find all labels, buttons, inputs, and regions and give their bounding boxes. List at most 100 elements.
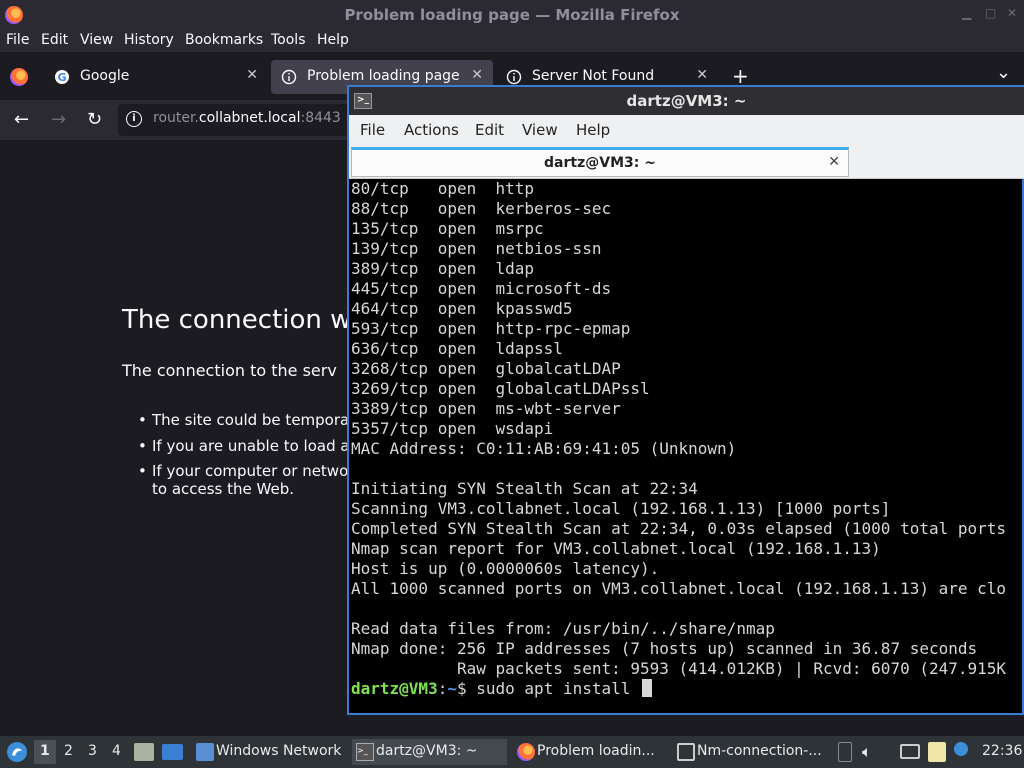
terminal-menu-help[interactable]: Help [576, 121, 610, 139]
notes-icon[interactable] [928, 742, 946, 762]
terminal-line: 636/tcp open ldapssl [351, 339, 563, 358]
forward-button[interactable]: → [51, 109, 66, 130]
prompt-user: dartz@VM3 [351, 679, 438, 698]
terminal-prompt-line[interactable]: dartz@VM3:~$ sudo apt install [351, 679, 653, 699]
firefox-menu-bar: File Edit View History Bookmarks Tools H… [0, 30, 1024, 52]
terminal-menu-view[interactable]: View [522, 121, 558, 139]
menu-file[interactable]: File [6, 32, 29, 48]
menu-history[interactable]: History [124, 32, 174, 48]
folder-icon [196, 743, 214, 761]
terminal-menu-file[interactable]: File [360, 121, 385, 139]
firefox-icon [517, 743, 535, 761]
url-bar[interactable]: i router.collabnet.local:8443 [118, 104, 358, 136]
back-button[interactable]: ← [14, 109, 29, 130]
taskbar-item-label: Nm-connection-... [697, 743, 822, 759]
terminal-line: Nmap scan report for VM3.collabnet.local… [351, 539, 881, 558]
file-manager-icon[interactable] [134, 743, 154, 761]
terminal-line: Read data files from: /usr/bin/../share/… [351, 619, 775, 638]
terminal-line: MAC Address: C0:11:AB:69:41:05 (Unknown) [351, 439, 737, 458]
terminal-line: 445/tcp open microsoft-ds [351, 279, 612, 298]
tab-close-icon[interactable]: ✕ [696, 67, 708, 83]
terminal-line: Raw packets sent: 9593 (414.012KB) | Rcv… [351, 659, 1007, 678]
network-tray-icon[interactable] [900, 744, 920, 759]
terminal-tab-close-icon[interactable]: ✕ [828, 154, 840, 170]
workspace-2[interactable]: 2 [64, 743, 73, 759]
app-menu-icon[interactable] [6, 741, 28, 763]
firefox-title-bar: Problem loading page — Mozilla Firefox ▁… [0, 0, 1024, 30]
terminal-line: 88/tcp open kerberos-sec [351, 199, 612, 218]
url-text: router.collabnet.local:8443 [153, 110, 341, 126]
clipboard-icon[interactable] [838, 742, 852, 762]
maximize-icon[interactable]: □ [985, 6, 996, 20]
terminal-line: 3268/tcp open globalcatLDAP [351, 359, 621, 378]
terminal-line: 135/tcp open msrpc [351, 219, 544, 238]
google-icon: G [55, 70, 69, 84]
terminal-line: Nmap done: 256 IP addresses (7 hosts up)… [351, 639, 978, 658]
tab-close-icon[interactable]: ✕ [471, 67, 483, 83]
error-description: The connection to the serv [122, 361, 337, 380]
taskbar-item-windows-network[interactable]: Windows Network [192, 739, 347, 765]
tab-label: Google [80, 68, 130, 84]
prompt-separator: : [437, 679, 448, 698]
minimize-icon[interactable]: ▁ [962, 6, 971, 20]
clock[interactable]: 22:36 [982, 743, 1022, 759]
terminal-line: 3269/tcp open globalcatLDAPssl [351, 379, 650, 398]
text-cursor [642, 679, 653, 697]
tab-close-icon[interactable]: ✕ [246, 67, 258, 83]
notification-icon[interactable] [954, 742, 968, 756]
terminal-window-title: dartz@VM3: ~ [626, 92, 747, 110]
terminal-line: Initiating SYN Stealth Scan at 22:34 [351, 479, 698, 498]
svg-text:G: G [57, 71, 66, 84]
error-bullet-continued: to access the Web. [152, 480, 294, 498]
workspace-4[interactable]: 4 [112, 743, 121, 759]
terminal-line: Scanning VM3.collabnet.local (192.168.1.… [351, 499, 891, 518]
terminal-line: 593/tcp open http-rpc-epmap [351, 319, 631, 338]
prompt-symbol: $ [456, 679, 467, 698]
terminal-output[interactable]: 80/tcp open http 88/tcp open kerberos-se… [350, 179, 1024, 715]
terminal-line: 80/tcp open http [351, 179, 535, 198]
tab-label: Problem loading page [307, 68, 460, 84]
terminal-tab-label: dartz@VM3: ~ [544, 155, 656, 171]
menu-view[interactable]: View [80, 32, 113, 48]
info-icon [281, 69, 297, 85]
taskbar-item-nm-connection[interactable]: Nm-connection-... [673, 739, 828, 765]
taskbar-item-firefox[interactable]: Problem loadin... [513, 739, 668, 765]
error-title: The connection w [122, 305, 352, 335]
taskbar-item-terminal[interactable]: >_ dartz@VM3: ~ [352, 739, 507, 765]
terminal-menu-bar: File Actions Edit View Help [349, 115, 1024, 145]
network-icon [677, 743, 695, 761]
tab-google[interactable]: G Google ✕ [44, 60, 268, 94]
terminal-menu-actions[interactable]: Actions [404, 121, 459, 139]
taskbar-item-label: Windows Network [216, 743, 342, 759]
close-icon[interactable]: ✕ [1007, 6, 1017, 20]
terminal-line: Completed SYN Stealth Scan at 22:34, 0.0… [351, 519, 1007, 538]
workspace-1[interactable]: 1 [40, 743, 50, 759]
show-desktop-icon[interactable] [162, 744, 183, 760]
terminal-line: 139/tcp open netbios-ssn [351, 239, 602, 258]
menu-bookmarks[interactable]: Bookmarks [185, 32, 263, 48]
tab-label: Server Not Found [532, 68, 655, 84]
terminal-window[interactable]: >_ dartz@VM3: ~ File Actions Edit View H… [347, 85, 1024, 715]
firefox-view-icon[interactable] [10, 68, 28, 86]
menu-help[interactable]: Help [317, 32, 349, 48]
terminal-line: 3389/tcp open ms-wbt-server [351, 399, 621, 418]
menu-tools[interactable]: Tools [271, 32, 306, 48]
volume-icon[interactable]: 🔈︎ [862, 742, 872, 762]
list-all-tabs-icon[interactable]: ⌄ [996, 62, 1011, 83]
menu-edit[interactable]: Edit [41, 32, 68, 48]
terminal-line: 389/tcp open ldap [351, 259, 535, 278]
prompt-command: sudo apt install [466, 679, 641, 698]
info-icon [506, 69, 522, 85]
terminal-line: Host is up (0.0000060s latency). [351, 559, 660, 578]
terminal-title-bar: >_ dartz@VM3: ~ [349, 87, 1024, 115]
terminal-tab[interactable]: dartz@VM3: ~ ✕ [351, 147, 849, 177]
prompt-path: ~ [447, 679, 457, 698]
terminal-icon: >_ [356, 743, 374, 761]
site-info-icon[interactable]: i [126, 111, 142, 127]
terminal-line: 464/tcp open kpasswd5 [351, 299, 573, 318]
taskbar: 1 2 3 4 Windows Network >_ dartz@VM3: ~ … [0, 736, 1024, 768]
workspace-3[interactable]: 3 [88, 743, 97, 759]
terminal-menu-edit[interactable]: Edit [475, 121, 504, 139]
taskbar-item-label: dartz@VM3: ~ [376, 743, 478, 759]
reload-button[interactable]: ↻ [87, 109, 102, 130]
